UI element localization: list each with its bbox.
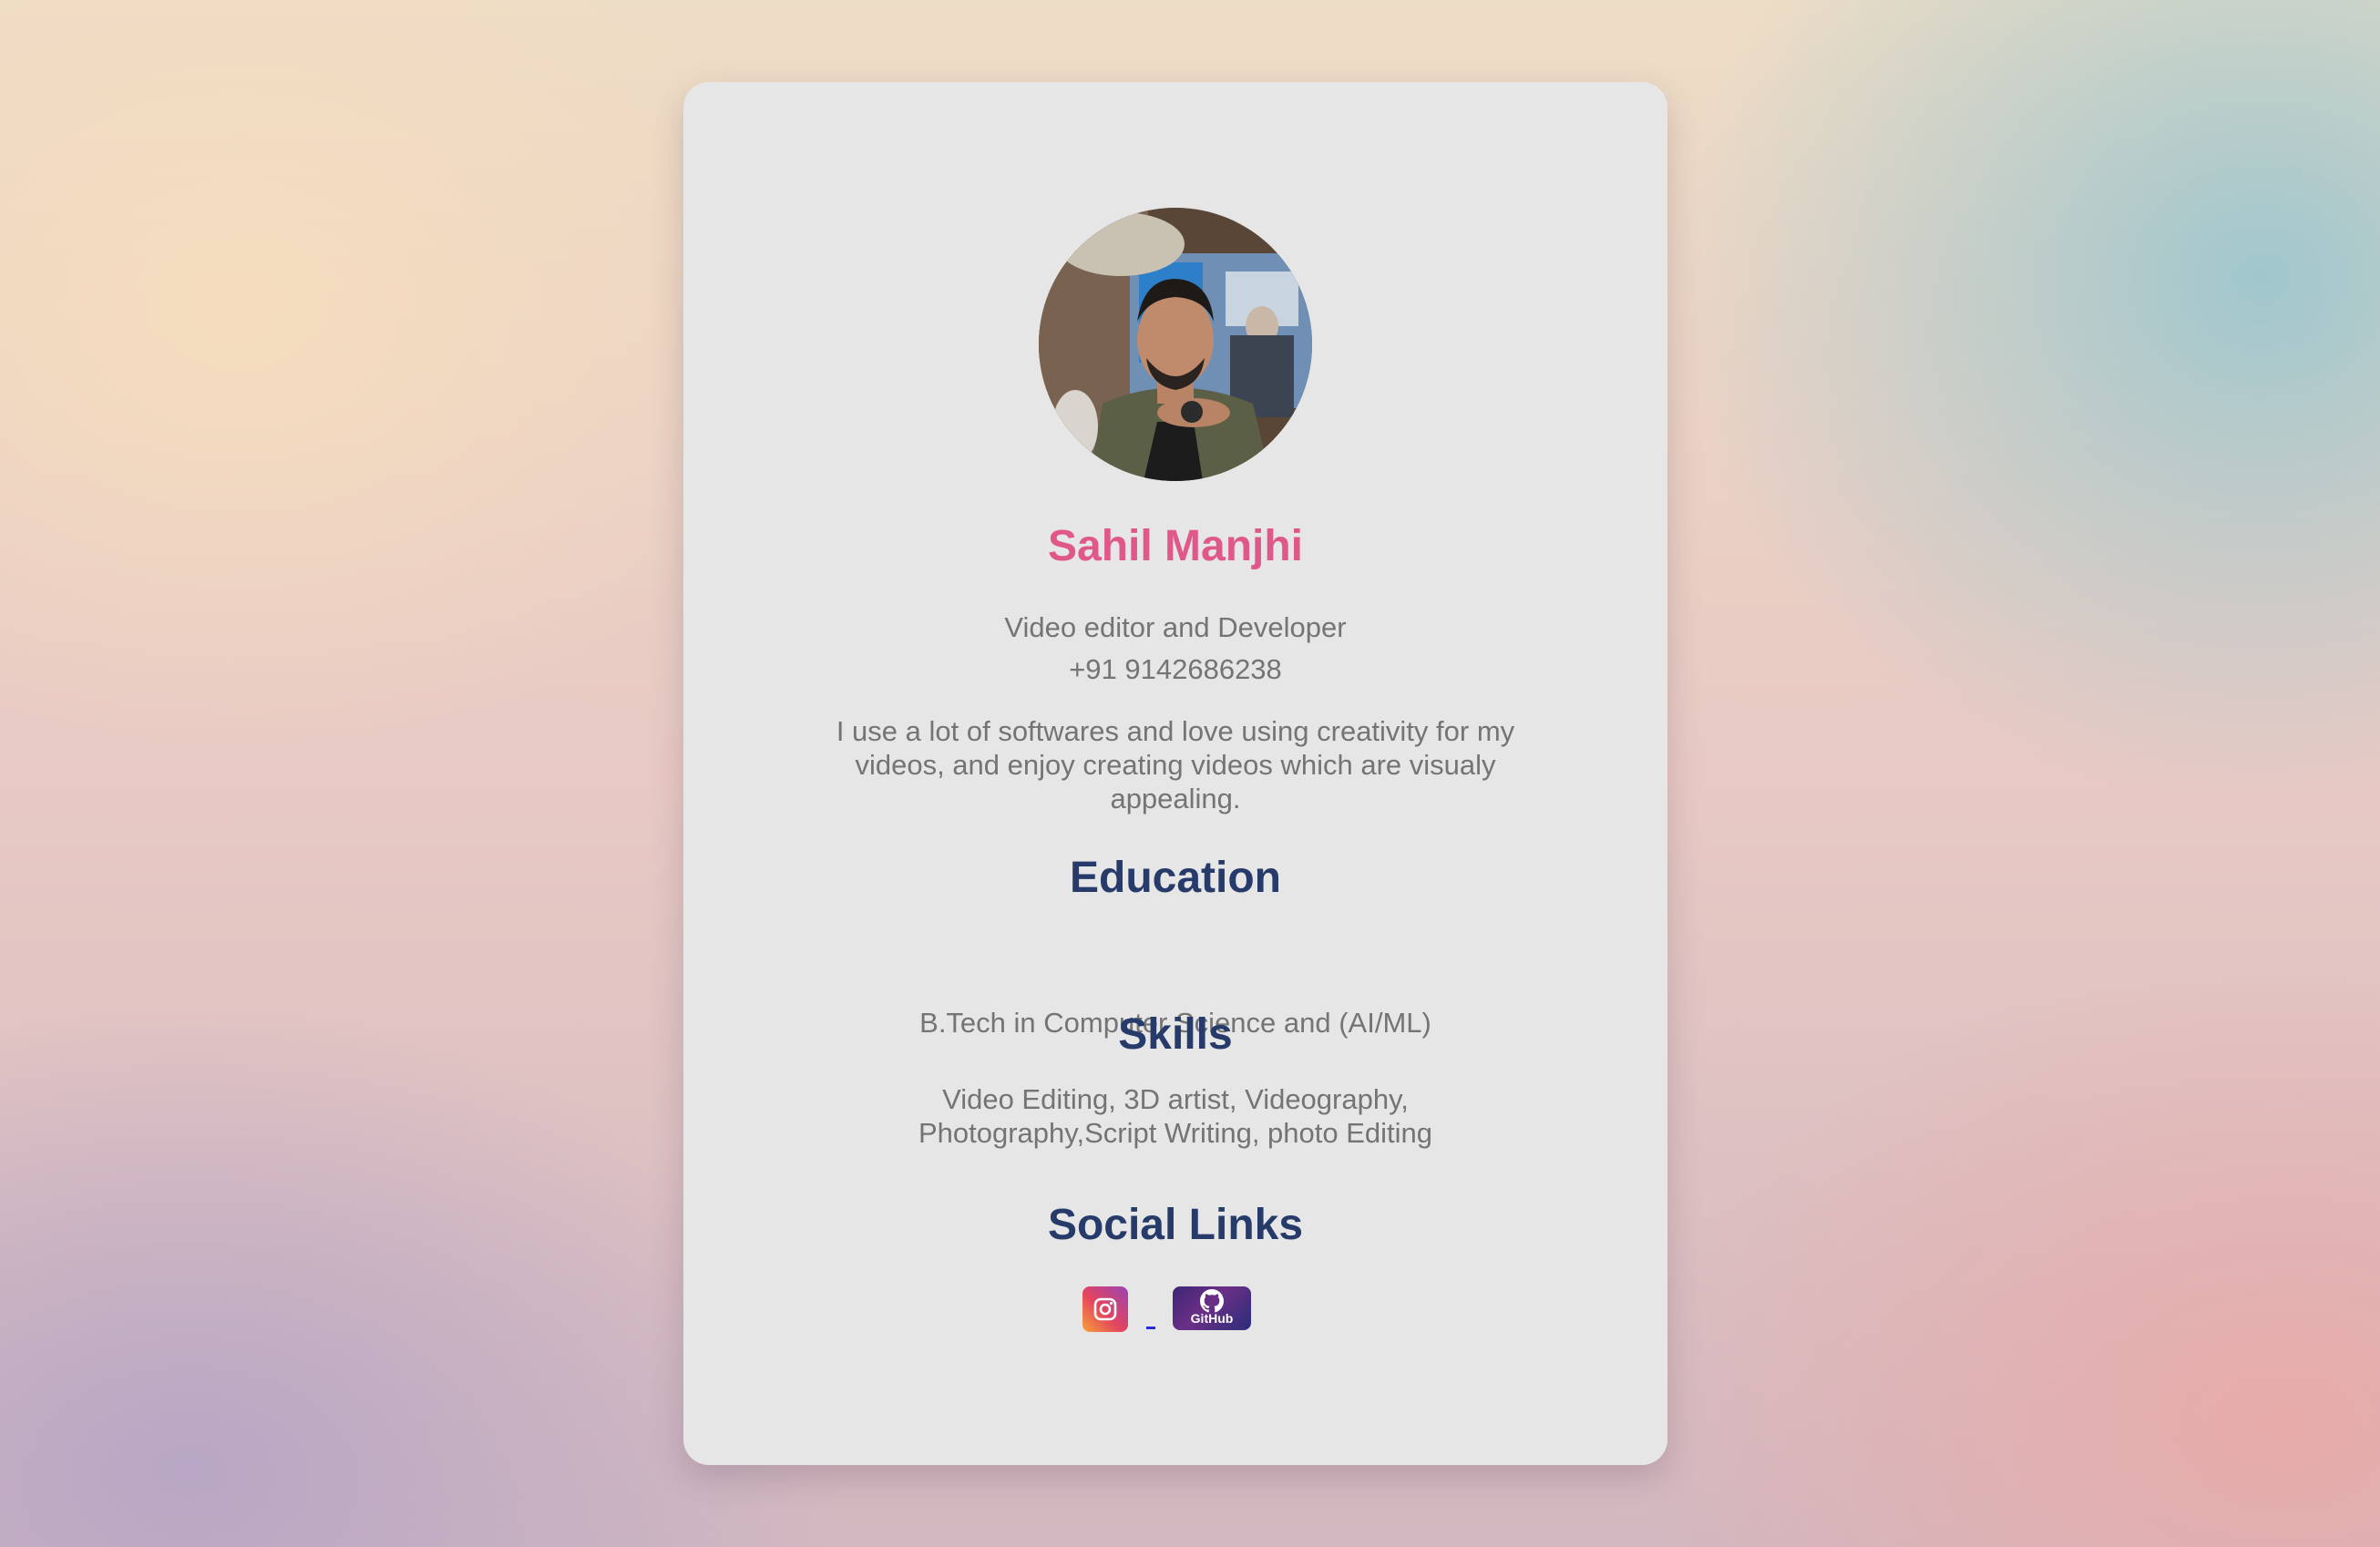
empty-link[interactable] bbox=[1146, 1327, 1155, 1329]
github-link[interactable]: GitHub bbox=[1173, 1286, 1251, 1330]
profile-phone: +91 9142686238 bbox=[1069, 653, 1282, 685]
skills-text: Video Editing, 3D artist, Videography, P… bbox=[918, 1083, 1433, 1149]
profile-name: Sahil Manjhi bbox=[1047, 522, 1304, 570]
profile-role: Video editor and Developer bbox=[1004, 611, 1347, 643]
profile-avatar bbox=[1039, 208, 1312, 481]
github-label: GitHub bbox=[1190, 1311, 1234, 1326]
social-links-heading: Social Links bbox=[1047, 1201, 1304, 1249]
instagram-link[interactable] bbox=[1082, 1286, 1128, 1332]
profile-bio: I use a lot of softwares and love using … bbox=[836, 715, 1515, 814]
skills-heading: Skills bbox=[1118, 1010, 1233, 1059]
github-icon bbox=[1200, 1289, 1224, 1313]
education-heading: Education bbox=[1069, 854, 1281, 902]
profile-card: Sahil Manjhi Video editor and Developer … bbox=[683, 82, 1667, 1465]
social-links-row: GitHub bbox=[683, 1286, 1667, 1341]
instagram-icon bbox=[1093, 1297, 1117, 1321]
